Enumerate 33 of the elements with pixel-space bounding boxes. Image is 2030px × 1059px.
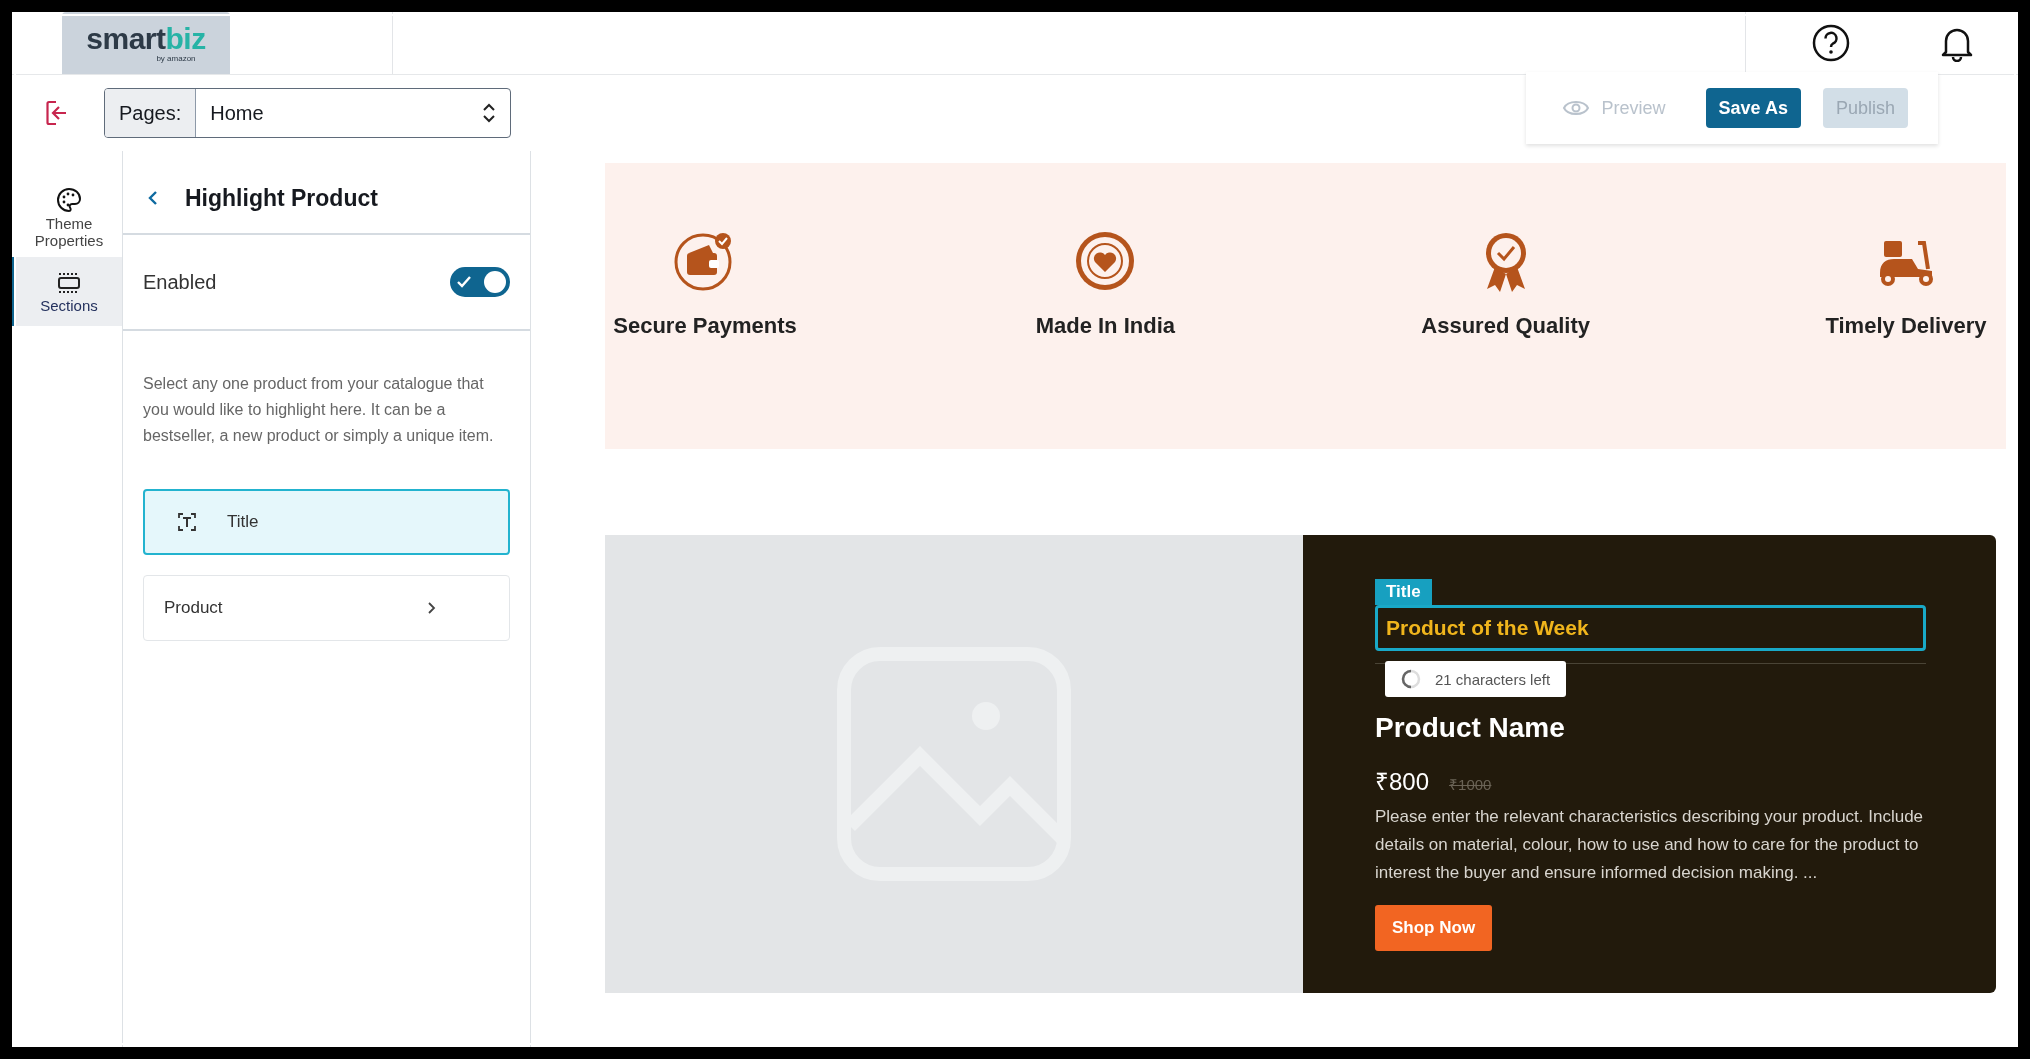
toggle-label: Enabled <box>143 270 217 294</box>
panel-title: Highlight Product <box>185 184 378 212</box>
text-frame-icon <box>177 512 197 532</box>
back-chevron-icon[interactable] <box>147 190 159 206</box>
palette-icon <box>56 187 82 213</box>
feature-label: Secure Payments <box>613 313 797 339</box>
eye-icon <box>1561 99 1590 117</box>
panel-list-item[interactable]: Product <box>143 575 510 641</box>
panel-description: Select any one product from your catalogue that you would like to highlight here. It can be a bestseller, a new product or simply a unique item. <box>143 374 495 446</box>
field-tag: Title <box>1375 579 1432 605</box>
feature-label: Assured Quality <box>1421 313 1590 339</box>
rail-item[interactable]: Sections <box>12 257 122 326</box>
logo: smartbiz by amazon <box>62 12 230 74</box>
title-input-field[interactable]: Product of the Week <box>1375 605 1926 651</box>
spinner-icon <box>1401 669 1421 689</box>
pages-dropdown[interactable]: Pages: Home <box>104 88 511 138</box>
price: ₹800 <box>1375 767 1430 797</box>
enabled-toggle[interactable] <box>450 267 510 297</box>
feature-label: Timely Delivery <box>1825 313 1987 339</box>
help-icon[interactable] <box>1810 23 1851 63</box>
panel-list-item[interactable]: Title <box>143 489 510 555</box>
rail-item[interactable]: Theme Properties <box>12 179 122 257</box>
sort-caret-icon <box>482 101 496 125</box>
feature-label: Made In India <box>1035 313 1175 339</box>
exit-icon[interactable] <box>46 100 68 126</box>
chevron-right-icon <box>427 601 437 615</box>
toolbar-button[interactable]: Save As <box>1705 88 1801 128</box>
characters-left-text: 21 characters left <box>1435 670 1551 688</box>
product-description: Please enter the relevant characteristics describing your product. Include details on material, colour, how to use and how to care for the product to interest the buyer and ensure informed decision making. ... <box>1375 806 1925 884</box>
sections-icon <box>56 271 82 295</box>
original-price: ₹1000 <box>1449 775 1492 794</box>
check-icon <box>456 275 472 289</box>
product-name: Product Name <box>1375 712 1565 744</box>
